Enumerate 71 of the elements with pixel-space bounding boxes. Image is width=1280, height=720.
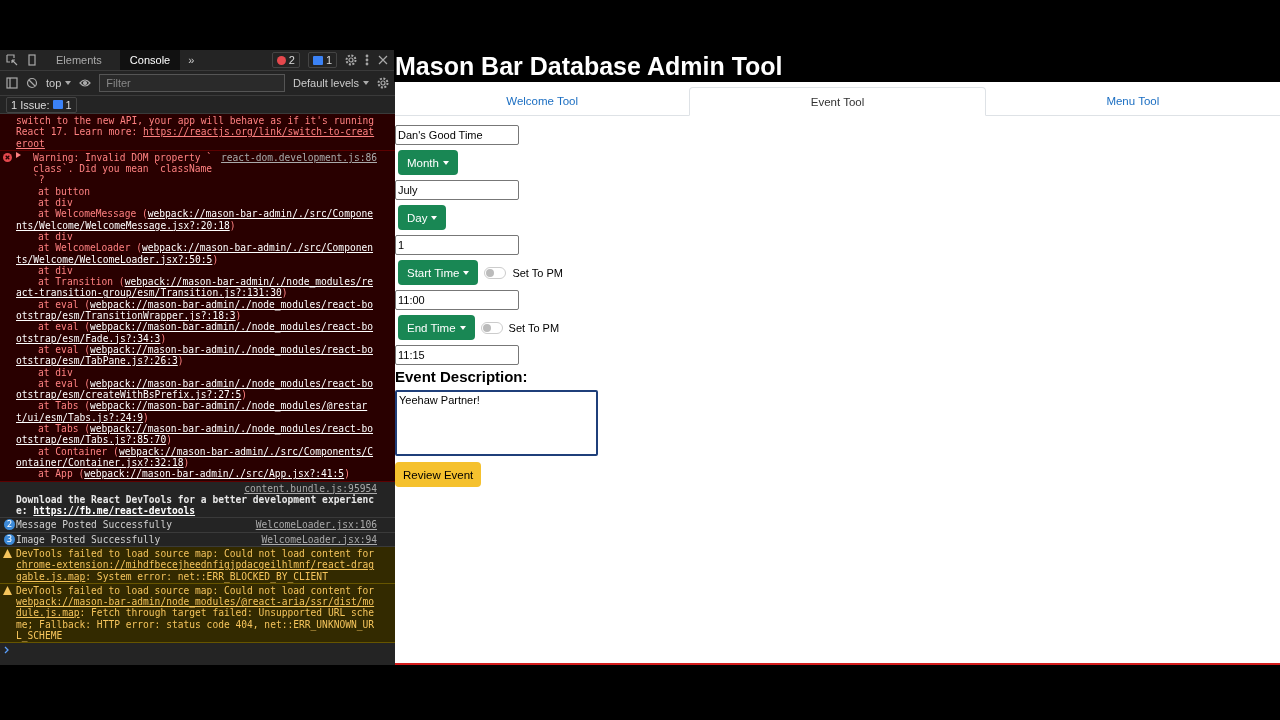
stack-frame: at Container (webpack://mason-bar-admin/./src/Components/Container/Container.jsx?:32:18)	[16, 445, 377, 469]
error-message: switch to the new API, your app will behave as if it's running React 17. Learn more: https://reactjs.org/link/switch-to-createroot	[16, 115, 376, 149]
levels-dropdown[interactable]: Default levels	[292, 77, 369, 89]
text-field[interactable]: July	[395, 180, 519, 200]
stack-frame: at App (webpack://mason-bar-admin/./src/App.jsx?:41:5)	[16, 468, 377, 480]
text-field[interactable]: 11:15	[395, 345, 519, 365]
prompt-chevron-icon	[4, 646, 10, 655]
close-icon[interactable]	[377, 54, 389, 66]
nav-tab[interactable]: Event Tool	[689, 87, 986, 116]
review-event-button[interactable]: Review Event	[395, 462, 482, 487]
error-count-badge[interactable]: 2	[271, 52, 300, 68]
dropdown-button[interactable]: Month	[398, 150, 458, 175]
pm-switch[interactable]	[484, 266, 507, 279]
filter-field[interactable]: Filter	[99, 74, 285, 92]
source-link[interactable]: react-dom.development.js:86	[221, 151, 377, 164]
stack-frame: at Tabs (webpack://mason-bar-admin/./node_modules/@restart/ui/esm/Tabs.js?:24:9)	[16, 400, 377, 423]
source-link[interactable]: WelcomeLoader.jsx:106	[255, 519, 377, 531]
devtools-tab[interactable]: Elements	[46, 50, 112, 70]
stack-frame: at Transition (webpack://mason-bar-admin/./node_modules/react-transition-group/esm/Transition.js?:131:30)	[16, 276, 377, 299]
stack-frame: at eval (webpack://mason-bar-admin/./node_modules/react-bootstrap/esm/TransitionWrapper.js?:18:3)	[16, 298, 377, 322]
dropdown-button[interactable]: Day	[398, 205, 447, 230]
stack-frame: at div	[16, 230, 377, 243]
settings-icon[interactable]	[377, 77, 389, 89]
more-icon[interactable]	[365, 54, 369, 66]
text-field[interactable]: Dan's Good Time	[395, 125, 519, 145]
info-count-badge[interactable]: 1	[307, 52, 337, 68]
stack-frame: at Tabs (webpack://mason-bar-admin/./node_modules/react-bootstrap/esm/Tabs.js?:85:70)	[16, 423, 377, 446]
warning-icon	[3, 549, 12, 558]
context-selector[interactable]: top	[46, 77, 72, 89]
text-field[interactable]: 11:00	[395, 290, 519, 310]
warning-message: DevTools failed to load source map: Could not load content for webpack://mason-bar-admin/node_modules/@react-aria/ssr/dist/module.js.map: Fetch through target failed: Unsupported URL scheme; Fallback: HTTP error: status code 404, net::ERR_UNKNOWN_URL_SCHEME	[16, 584, 376, 642]
nav-tab[interactable]: Welcome Tool	[395, 87, 690, 115]
repeat-count: 3	[4, 533, 15, 545]
switch-label: Set To PM	[508, 321, 560, 334]
repeat-count: 2	[4, 519, 15, 531]
stack-frame: at div	[16, 264, 377, 277]
console-message: Download the React DevTools for a better development experience: https://fb.me/react-devtools	[16, 493, 375, 517]
more-tabs[interactable]: »	[188, 54, 195, 66]
console-message: Image Posted Successfully	[16, 533, 162, 545]
source-link[interactable]: content.bundle.js:95954	[244, 482, 377, 494]
stack-frame: at eval (webpack://mason-bar-admin/./node_modules/react-bootstrap/esm/createWithBsPrefix.js?:27:5)	[16, 377, 377, 401]
expand-arrow[interactable]	[16, 151, 21, 158]
pm-switch[interactable]	[480, 321, 503, 334]
stack-frame: at button	[16, 185, 377, 198]
issues-badge[interactable]: 1 Issue: 1	[6, 96, 77, 113]
text-field[interactable]: 1	[395, 235, 519, 255]
stack-frame: at div	[16, 366, 377, 378]
section-heading: Event Description:	[395, 368, 528, 385]
device-icon[interactable]	[26, 54, 38, 66]
stack-frame: at div	[16, 197, 377, 209]
settings-icon[interactable]	[345, 54, 357, 66]
warning-icon	[3, 585, 12, 595]
inspect-icon[interactable]	[6, 54, 18, 66]
stack-frame: at eval (webpack://mason-bar-admin/./node_modules/react-bootstrap/esm/Fade.js?:34:3)	[16, 321, 377, 344]
devtools-tab[interactable]: Console	[119, 50, 181, 70]
sidebar-icon[interactable]	[6, 77, 18, 89]
eye-icon[interactable]	[79, 77, 92, 89]
switch-label: Set To PM	[512, 266, 563, 279]
stack-frame: at WelcomeMessage (webpack://mason-bar-admin/./src/Components/Welcome/WelcomeMessage.jsx?:20:18)	[16, 208, 377, 231]
error-message: Warning: Invalid DOM property `class`. Did you mean `className`?	[33, 151, 214, 186]
clear-icon[interactable]	[26, 77, 38, 89]
stack-frame: at eval (webpack://mason-bar-admin/./node_modules/react-bootstrap/esm/TabPane.js?:26:3)	[16, 343, 377, 367]
description-field[interactable]: Yeehaw Partner!	[395, 390, 598, 456]
dropdown-button[interactable]: End Time	[398, 315, 475, 340]
nav-tab[interactable]: Menu Tool	[985, 87, 1280, 115]
console-message: Message Posted Successfully	[16, 519, 173, 531]
warning-message: DevTools failed to load source map: Could not load content for chrome-extension://mihdfbecejheednfigjpdacgeilhlmnf/react-draggable.js.map: System error: net::ERR_BLOCKED_BY_CLIENT	[16, 548, 376, 582]
stack-frame: at WelcomeLoader (webpack://mason-bar-admin/./src/Components/Welcome/WelcomeLoader.jsx?:50:5)	[16, 242, 377, 265]
source-link[interactable]: WelcomeLoader.jsx:94	[261, 533, 377, 545]
page-title: Mason Bar Database Admin Tool	[394, 50, 1280, 82]
dropdown-button[interactable]: Start Time	[398, 260, 479, 285]
